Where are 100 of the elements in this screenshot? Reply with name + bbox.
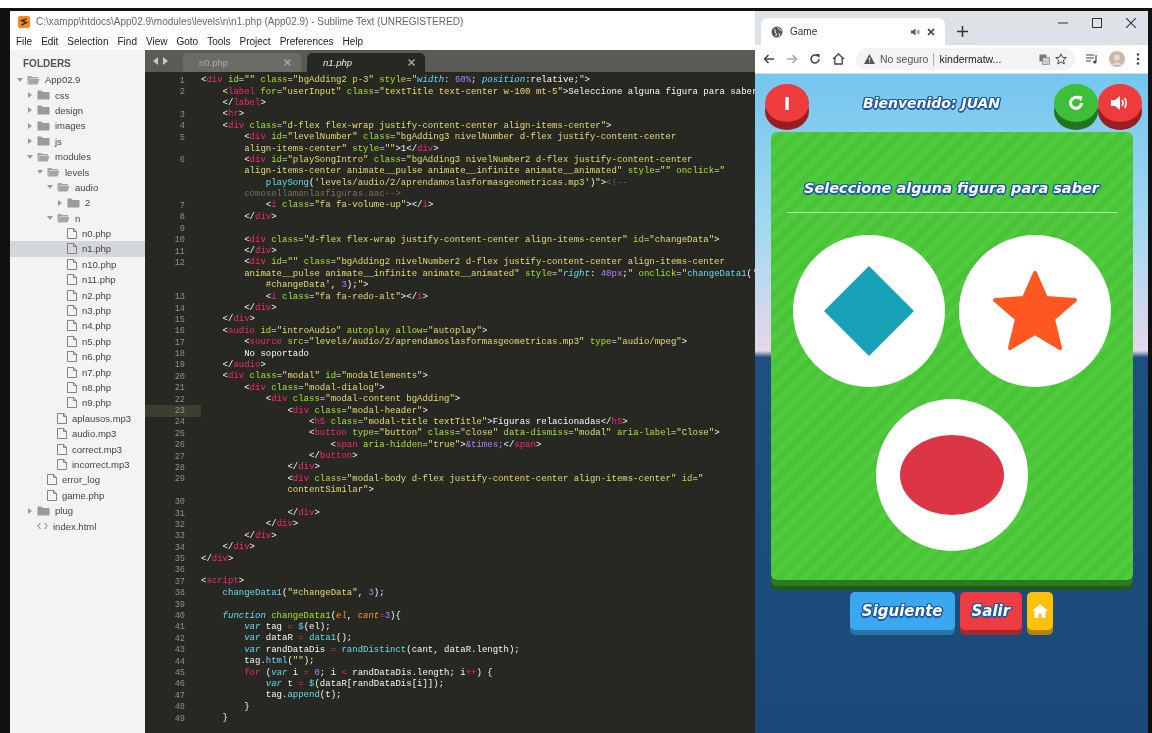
code-line: <div class="modal-content bgAdding"> — [264, 394, 461, 406]
menu-item[interactable]: File — [16, 35, 33, 47]
tree-item[interactable]: n9.php — [10, 395, 145, 411]
tree-item[interactable]: aplausos.mp3 — [10, 410, 145, 426]
menu-item[interactable]: View — [145, 35, 168, 47]
caret-down-icon[interactable] — [37, 169, 43, 176]
tree-item[interactable]: index.html — [10, 518, 145, 534]
shape-option[interactable] — [792, 235, 945, 387]
globe-icon — [771, 25, 783, 38]
editor-tab[interactable]: n1.php — [307, 53, 425, 72]
file-icon — [57, 458, 67, 470]
caret-down-icon[interactable] — [17, 76, 23, 83]
line-number: 26 — [174, 440, 185, 451]
code-line: <div class="modal-body d-flex justify-content-center align-items-center" id=" — [286, 473, 704, 485]
tree-item[interactable]: n8.php — [10, 379, 145, 396]
tree-item[interactable]: n11.php — [10, 272, 145, 288]
line-number: 35 — [174, 554, 185, 565]
address-bar[interactable]: No seguro kindermatw... — [856, 48, 1075, 70]
tree-item[interactable]: n10.php — [10, 256, 145, 273]
media-queue-icon[interactable] — [1086, 54, 1098, 64]
caret-right-icon[interactable] — [27, 122, 33, 129]
tree-item[interactable]: plug — [10, 502, 145, 519]
reload-icon[interactable] — [809, 53, 821, 65]
star-icon[interactable] — [1055, 53, 1067, 65]
tree-item[interactable]: audio.mp3 — [10, 426, 145, 442]
tree-item[interactable]: css — [10, 87, 145, 103]
tree-item[interactable]: n5.php — [10, 333, 145, 350]
tree-item[interactable]: n3.php — [10, 302, 145, 319]
tree-item[interactable]: design — [10, 102, 145, 119]
line-number: 28 — [174, 462, 185, 473]
maximize-icon[interactable] — [1092, 18, 1102, 28]
line-number: 3 — [179, 109, 185, 120]
code-icon — [37, 522, 48, 530]
file-icon — [67, 228, 77, 240]
code-line: <hr> — [221, 109, 245, 121]
tree-item[interactable]: n — [10, 210, 145, 226]
tree-item[interactable]: n7.php — [10, 364, 145, 380]
tree-item[interactable]: audio — [10, 179, 145, 196]
line-number: 40 — [174, 611, 185, 622]
browser-tab[interactable]: Game — [761, 18, 945, 45]
tree-item[interactable]: levels — [10, 164, 145, 180]
code-line: </div> — [286, 462, 320, 474]
code-line: <script> — [201, 576, 245, 588]
folder-icon — [67, 197, 80, 208]
tree-item[interactable]: App02.9 — [10, 72, 145, 88]
caret-right-icon[interactable] — [27, 107, 33, 114]
code-line: <audio id="introAudio" autoplay allow="autoplay"> — [221, 325, 488, 337]
menu-item[interactable]: Help — [342, 35, 364, 47]
code-line: </div> — [221, 542, 255, 554]
code-line: tag.append(t); — [264, 690, 342, 702]
menu-item[interactable]: Selection — [67, 35, 109, 47]
menu-item[interactable]: Tools — [207, 35, 231, 47]
tree-item[interactable]: error_log — [10, 472, 145, 488]
tree-item[interactable]: n0.php — [10, 225, 145, 242]
line-number: 47 — [174, 690, 185, 701]
tree-item[interactable]: 2 — [10, 195, 145, 211]
tree-item[interactable]: correct.mp3 — [10, 441, 145, 457]
menu-item[interactable]: Preferences — [279, 35, 334, 47]
tree-item[interactable]: n4.php — [10, 318, 145, 334]
back-icon[interactable] — [763, 53, 775, 65]
close-icon[interactable] — [1126, 18, 1136, 28]
tree-item[interactable]: n1.php — [10, 241, 145, 257]
menu-item[interactable]: Project — [239, 35, 271, 47]
menu-item[interactable]: Goto — [176, 35, 199, 47]
home-icon[interactable] — [832, 53, 845, 65]
caret-down-icon[interactable] — [47, 215, 53, 222]
caret-down-icon[interactable] — [47, 184, 53, 191]
tab-navigation-icon[interactable] — [153, 57, 169, 65]
shape-option[interactable] — [958, 235, 1111, 387]
line-number: 38 — [174, 588, 185, 599]
menu-item[interactable]: Edit — [41, 35, 59, 47]
caret-right-icon[interactable] — [27, 138, 33, 145]
menu-item[interactable]: Find — [117, 35, 137, 47]
line-number: 9 — [179, 223, 185, 234]
code-line: </button> — [308, 451, 358, 462]
new-tab-icon[interactable] — [957, 26, 968, 37]
speaker-icon[interactable] — [911, 27, 920, 36]
tree-item[interactable]: n2.php — [10, 287, 145, 303]
line-number: 7 — [179, 201, 185, 211]
tree-item[interactable]: modules — [10, 148, 145, 165]
caret-down-icon[interactable] — [27, 153, 33, 160]
file-icon — [67, 351, 77, 363]
line-number: 39 — [174, 599, 185, 610]
caret-right-icon[interactable] — [57, 199, 63, 206]
tree-item[interactable]: game.php — [10, 487, 145, 503]
tree-item[interactable]: incorrect.mp3 — [10, 456, 145, 473]
file-icon — [67, 305, 77, 317]
forward-icon[interactable] — [786, 53, 798, 65]
caret-right-icon[interactable] — [27, 92, 33, 99]
shape-option[interactable] — [875, 399, 1028, 551]
tree-item[interactable]: js — [10, 133, 145, 149]
caret-right-icon[interactable] — [27, 507, 33, 514]
menu-icon[interactable] — [1136, 53, 1140, 65]
translate-icon[interactable] — [1039, 53, 1050, 65]
tree-item[interactable]: n6.php — [10, 349, 145, 365]
tree-item[interactable]: images — [10, 118, 145, 134]
line-number: 44 — [174, 656, 185, 667]
close-icon[interactable] — [408, 59, 415, 66]
code-line: </div> — [221, 314, 255, 326]
close-icon[interactable] — [927, 27, 935, 36]
